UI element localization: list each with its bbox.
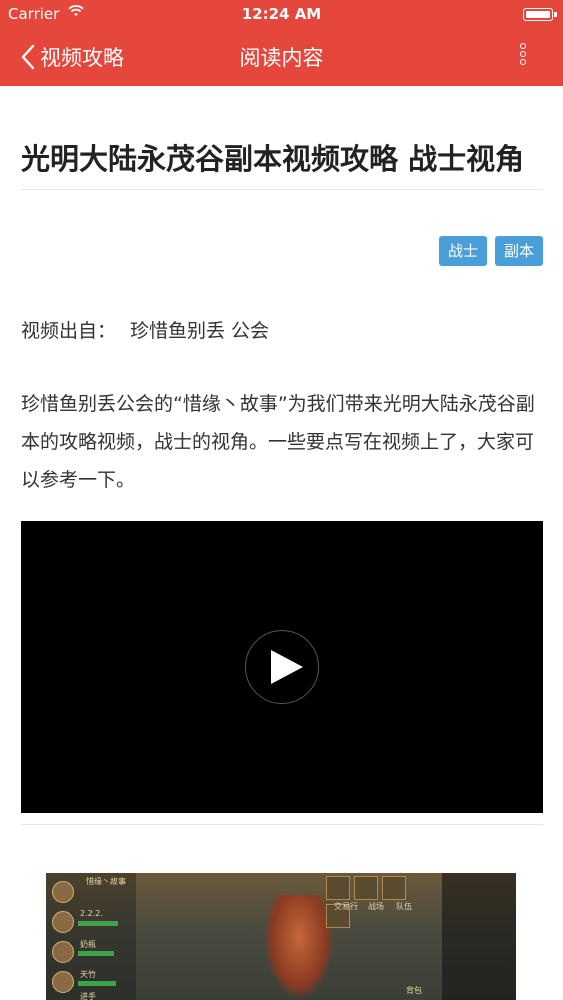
video-player[interactable] bbox=[21, 521, 543, 813]
guild-name: 惜缘丶故事 bbox=[86, 877, 126, 886]
party-member: 奶瓶 bbox=[80, 940, 96, 949]
party-member: 2.2.2. bbox=[80, 909, 103, 918]
tag-list: 战士 副本 bbox=[21, 236, 543, 266]
more-options-icon[interactable] bbox=[517, 43, 529, 73]
status-bar: Carrier 12:24 AM bbox=[0, 0, 563, 28]
menu-label: 背包 bbox=[406, 986, 422, 995]
health-bar bbox=[78, 981, 116, 986]
party-avatar bbox=[52, 881, 74, 903]
tag-warrior[interactable]: 战士 bbox=[438, 236, 487, 266]
menu-label: 队伍 bbox=[396, 902, 412, 911]
article-content: 光明大陆永茂谷副本视频攻略 战士视角 战士 副本 视频出自： 珍惜鱼别丢 公会 珍… bbox=[21, 86, 543, 825]
menu-label: 战场 bbox=[368, 902, 384, 911]
source-label: 视频出自： bbox=[21, 320, 117, 342]
health-bar bbox=[78, 951, 114, 956]
damage-stats-panel bbox=[442, 873, 516, 1000]
party-member: 天竹 bbox=[80, 970, 96, 979]
boss-monster bbox=[264, 895, 334, 1000]
health-bar bbox=[78, 921, 118, 926]
menu-icons bbox=[326, 876, 436, 928]
game-screenshot-image: 惜缘丶故事 2.2.2. 奶瓶 天竹 进手 交易行 战场 队伍 背包 bbox=[46, 873, 516, 1000]
party-avatar bbox=[52, 971, 74, 993]
battery-icon bbox=[523, 8, 557, 21]
title-divider bbox=[21, 189, 543, 190]
page-title: 阅读内容 bbox=[239, 46, 324, 70]
video-source: 视频出自： 珍惜鱼别丢 公会 bbox=[21, 316, 543, 343]
play-icon[interactable] bbox=[245, 630, 319, 704]
video-divider bbox=[21, 824, 543, 825]
menu-label: 交易行 bbox=[334, 902, 358, 911]
article-title: 光明大陆永茂谷副本视频攻略 战士视角 bbox=[21, 142, 525, 176]
party-avatar bbox=[52, 911, 74, 933]
party-member: 进手 bbox=[80, 992, 96, 1000]
tag-dungeon[interactable]: 副本 bbox=[494, 236, 543, 266]
source-value: 珍惜鱼别丢 公会 bbox=[130, 320, 270, 342]
party-avatar bbox=[52, 941, 74, 963]
article-paragraph: 珍惜鱼别丢公会的“惜缘丶故事”为我们带来光明大陆永茂谷副本的攻略视频，战士的视角… bbox=[21, 393, 535, 491]
clock: 12:24 AM bbox=[241, 5, 322, 23]
nav-bar: 视频攻略 阅读内容 bbox=[0, 28, 563, 86]
